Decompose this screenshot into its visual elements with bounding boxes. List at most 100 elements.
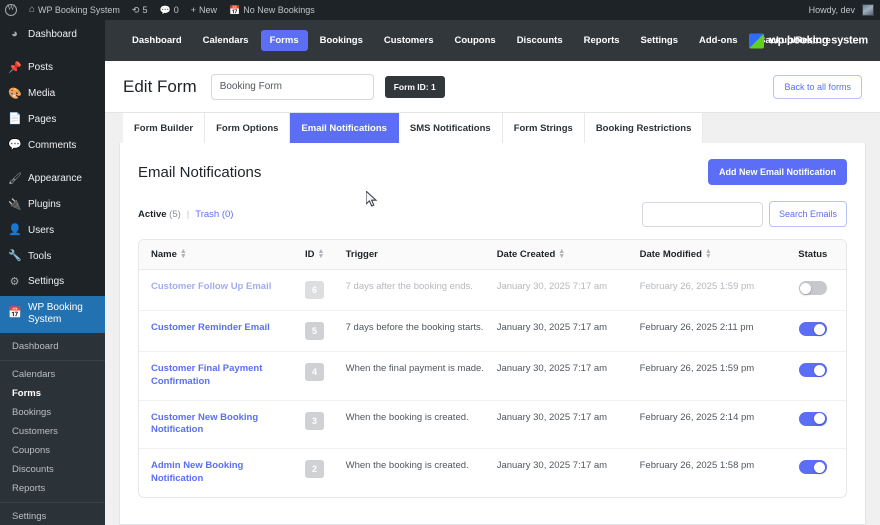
sidebar-item-media[interactable]: 🎨 Media [0,82,105,108]
home-icon: ⌂ [29,4,36,15]
tab-form-builder[interactable]: Form Builder [123,113,206,143]
plug-icon: 🔌 [8,198,22,211]
admin-bar-bookings[interactable]: 📅 No New Bookings [223,0,321,20]
column-header-name[interactable]: Name ▲ ▼ [139,240,299,270]
plugin-nav-bar: Dashboard Calendars Forms Bookings Custo… [105,20,880,61]
panel-title: Email Notifications [138,163,262,181]
sidebar-item-appearance[interactable]: 🖌 Appearance [0,167,105,193]
notification-name-link[interactable]: Admin New Booking Notification [151,460,293,486]
column-header-date-modified[interactable]: Date Modified ▲ ▼ [633,240,780,270]
admin-bar-wp-logo[interactable] [0,0,23,20]
column-header-date-created[interactable]: Date Created ▲ ▼ [490,240,634,270]
sidebar-item-settings-sub[interactable]: Settings [0,507,105,525]
cell-name: Admin New Booking Notification [139,449,299,497]
sidebar-item-reports[interactable]: Reports [0,479,105,498]
status-toggle[interactable] [798,411,827,426]
plugin-nav-calendars[interactable]: Calendars [194,30,258,51]
tab-email-notifications[interactable]: Email Notifications [290,113,399,143]
calendar-icon: 📅 [229,4,241,15]
plugin-nav-forms[interactable]: Forms [260,30,308,51]
calendar-icon: 📅 [8,307,22,320]
sidebar-item-tools[interactable]: 🔧 Tools [0,244,105,270]
add-new-email-notification-button[interactable]: Add New Email Notification [707,159,847,185]
cell-status [779,351,846,401]
submenu-divider [0,359,105,361]
bookings-label: No New Bookings [243,5,315,15]
search-input[interactable] [641,201,763,227]
cell-name: Customer Follow Up Email [139,269,299,311]
new-label: New [198,5,217,15]
sidebar-item-coupons[interactable]: Coupons [0,441,105,460]
plugin-nav-reports[interactable]: Reports [575,30,629,51]
status-toggle[interactable] [798,322,827,336]
filter-row: Active (5) | Trash (0) Search Emails [120,185,865,227]
sidebar-item-comments[interactable]: 💬 Comments [0,133,105,159]
plugin-nav-coupons[interactable]: Coupons [446,30,505,51]
comment-icon: 💬 [159,4,171,15]
sidebar-item-users[interactable]: 👤 Users [0,218,105,244]
admin-bar-site-name[interactable]: ⌂ WP Booking System [23,0,126,20]
sidebar-item-label: Users [28,224,55,236]
sidebar-item-plugins[interactable]: 🔌 Plugins [0,193,105,219]
cell-date-created: January 30, 2025 7:17 am [490,269,634,311]
admin-bar-new[interactable]: + New [185,0,223,20]
form-header: Edit Form Form ID: 1 Back to all forms [105,61,880,113]
search-emails-button[interactable]: Search Emails [768,201,847,227]
sidebar-divider [0,48,105,56]
plugin-nav-customers[interactable]: Customers [375,30,443,51]
dashboard-icon: ◕ [11,28,18,40]
notification-name-link[interactable]: Customer Final Payment Confirmation [151,363,293,389]
search-area: Search Emails [641,201,847,227]
status-toggle[interactable] [798,281,827,295]
sidebar-item-customers[interactable]: Customers [0,422,105,441]
plugin-nav-addons[interactable]: Add-ons [690,30,747,51]
mouse-cursor [366,191,378,207]
notification-name-link[interactable]: Customer Reminder Email [151,322,293,335]
sidebar-item-dashboard[interactable]: ◕ Dashboard [0,20,105,48]
sidebar-item-label: Media [28,88,56,100]
cell-date-modified: February 26, 2025 1:59 pm [633,351,780,401]
tab-sms-notifications[interactable]: SMS Notifications [398,113,503,143]
sidebar-item-dashboard-sub[interactable]: Dashboard [0,337,105,356]
filter-active[interactable]: Active (5) [138,209,181,220]
id-badge: 6 [304,281,324,299]
notification-name-link[interactable]: Customer Follow Up Email [151,281,293,294]
back-to-all-forms-button[interactable]: Back to all forms [773,74,862,99]
updates-icon: ⟲ [131,4,140,15]
plugin-nav-settings[interactable]: Settings [632,30,687,51]
tab-form-strings[interactable]: Form Strings [502,113,585,143]
status-toggle[interactable] [798,460,827,475]
admin-bar-comments[interactable]: 💬 0 [153,0,184,20]
sort-icon: ▲ ▼ [558,248,566,261]
brush-icon: 🖌 [8,172,22,185]
sidebar-item-discounts[interactable]: Discounts [0,460,105,479]
status-toggle[interactable] [798,363,827,377]
sidebar-item-calendars[interactable]: Calendars [0,365,105,384]
plugin-nav-bookings[interactable]: Bookings [311,30,372,51]
plugin-nav-discounts[interactable]: Discounts [508,30,572,51]
table-body: Customer Follow Up Email 6 7 days after … [139,269,846,497]
notification-name-link[interactable]: Customer New Booking Notification [151,412,293,438]
toggle-knob [814,323,826,335]
sidebar-item-wp-booking-system[interactable]: 📅 WP Booking System [0,295,105,333]
sidebar-item-pages[interactable]: 📄 Pages [0,107,105,133]
sort-icon: ▲ ▼ [179,248,187,261]
sidebar-item-posts[interactable]: 📌 Posts [0,56,105,82]
id-badge: 2 [304,460,324,479]
sidebar-item-forms[interactable]: Forms [0,384,105,403]
filter-trash[interactable]: Trash (0) [195,209,233,220]
plugin-nav-dashboard[interactable]: Dashboard [123,30,191,51]
admin-bar-account[interactable]: Howdy, dev [803,0,880,20]
filter-separator: | [186,208,190,220]
wordpress-logo-icon [5,3,17,16]
tab-booking-restrictions[interactable]: Booking Restrictions [584,113,704,143]
column-label: Status [798,249,828,260]
sidebar-item-bookings[interactable]: Bookings [0,403,105,422]
tab-form-options[interactable]: Form Options [205,113,291,143]
form-title-input[interactable] [210,73,374,100]
main-content: Edit Form Form ID: 1 Back to all forms F… [105,61,880,525]
sidebar-item-settings[interactable]: ⚙ Settings [0,270,105,296]
media-icon: 🎨 [8,87,22,100]
admin-bar-updates[interactable]: ⟲ 5 [126,0,154,20]
column-header-id[interactable]: ID ▲ ▼ [298,240,340,270]
